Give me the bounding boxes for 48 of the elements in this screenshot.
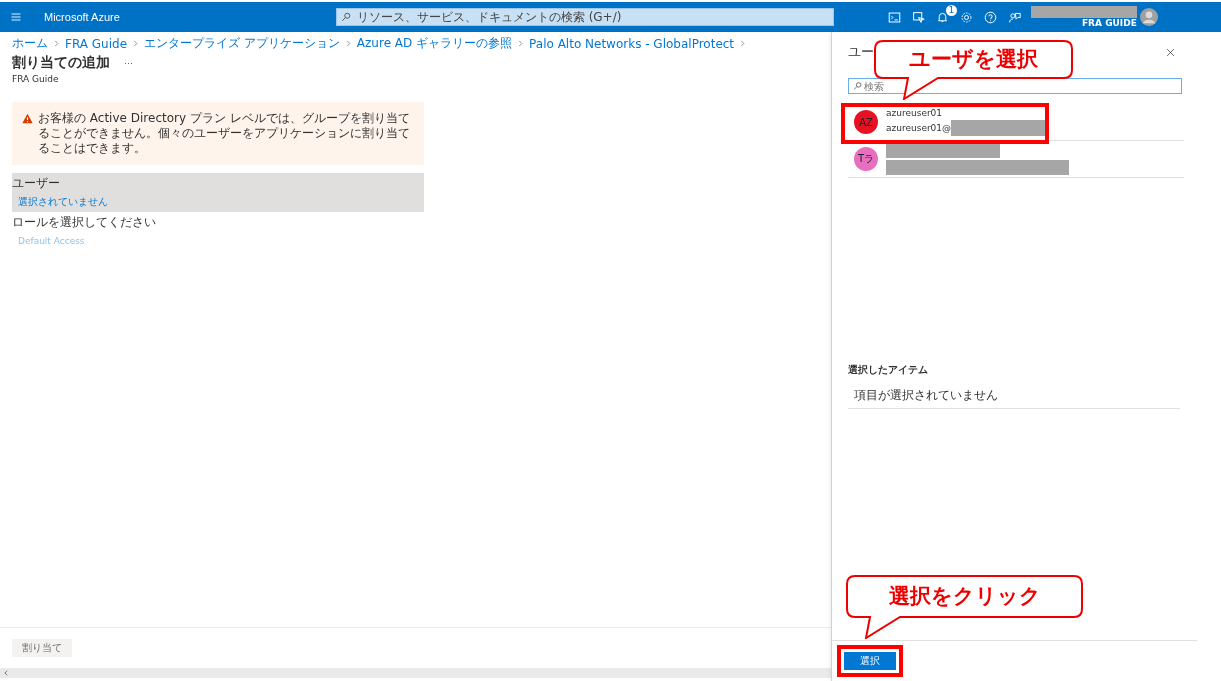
user-name: azureuser01 — [886, 108, 944, 118]
feedback-icon[interactable] — [1007, 10, 1021, 24]
directory-name[interactable]: FRA GUIDE — [1081, 17, 1137, 29]
field-label: ロールを選択してください — [12, 214, 157, 231]
assign-button[interactable]: 割り当て — [12, 639, 72, 657]
warning-text: お客様の Active Directory プラン レベルでは、グループを割り当てることができません。個々のユーザーをアプリケーションに割り当てることはできます。 — [38, 111, 411, 156]
chevron-right-icon — [517, 40, 525, 47]
breadcrumb-link[interactable]: エンタープライズ アプリケーション — [144, 35, 340, 52]
user-row[interactable]: AZ azureuser01 azureuser01@ — [848, 104, 1184, 141]
brand-name[interactable]: Microsoft Azure — [44, 11, 120, 23]
search-field[interactable]: リソース、サービス、ドキュメントの検索 (G+/) — [335, 8, 834, 26]
notification-badge: 1 — [945, 4, 957, 16]
users-link[interactable]: 選択されていません — [18, 195, 424, 209]
chevron-right-icon — [344, 40, 352, 47]
callout-text: ユーザを選択 — [908, 46, 1039, 73]
user-email: azureuser01@ — [886, 123, 952, 133]
warning-icon — [22, 113, 33, 124]
chevron-right-icon — [739, 40, 747, 47]
horizontal-scrollbar[interactable] — [0, 668, 831, 678]
user-avatar: AZ — [854, 110, 878, 134]
scroll-left-icon[interactable] — [3, 670, 9, 676]
user-avatar: Tラ — [854, 147, 878, 171]
settings-icon[interactable] — [959, 10, 973, 24]
help-icon[interactable] — [983, 10, 997, 24]
search-icon — [853, 81, 862, 91]
breadcrumb-link[interactable]: Palo Alto Networks - GlobalProtect — [529, 36, 735, 51]
select-button[interactable]: 選択 — [844, 652, 896, 670]
empty-selection-text: 項目が選択されていません — [848, 387, 1180, 409]
panel-title: ユー — [848, 43, 874, 61]
avatar-icon[interactable] — [1139, 8, 1158, 26]
highlight-frame — [837, 645, 903, 677]
page-subtitle: FRA Guide — [12, 74, 60, 84]
close-icon[interactable] — [1166, 47, 1175, 57]
more-button[interactable]: ··· — [124, 58, 133, 68]
field-label: ユーザー — [12, 175, 61, 192]
callout-text: 選択をクリック — [887, 583, 1042, 610]
chevron-right-icon — [132, 40, 139, 47]
bell-icon[interactable] — [935, 10, 949, 24]
breadcrumb-link[interactable]: FRA Guide — [65, 36, 127, 51]
breadcrumb-link[interactable]: ホーム — [12, 35, 48, 52]
menu-icon[interactable] — [10, 11, 22, 23]
page-title: 割り当ての追加 — [12, 54, 110, 72]
section-heading: 選択したアイテム — [848, 363, 929, 377]
terminal-icon[interactable] — [887, 10, 901, 24]
search-icon — [340, 12, 351, 22]
chevron-right-icon — [53, 40, 60, 47]
breadcrumb-link[interactable]: Azure AD ギャラリーの参照 — [356, 35, 513, 52]
user-row[interactable]: Tラ — [848, 141, 1184, 178]
